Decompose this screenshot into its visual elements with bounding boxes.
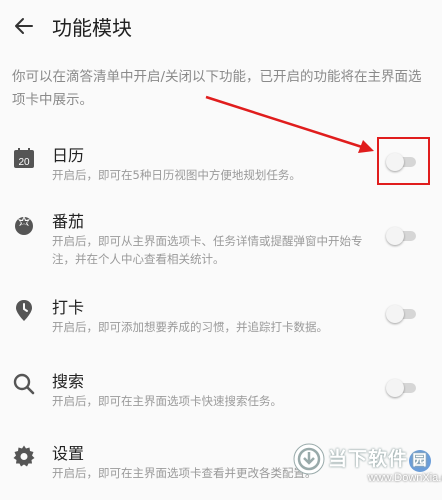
feature-search: 搜索 开启后，即可在主界面选项卡快速搜索任务。 — [0, 370, 442, 434]
feature-title: 搜索 — [52, 372, 85, 391]
calendar-icon: 20 — [14, 148, 34, 168]
toggle-thumb — [386, 379, 404, 397]
feature-title: 番茄 — [52, 212, 85, 231]
search-toggle[interactable] — [386, 378, 416, 398]
watermark-main: 当下软件园 — [328, 444, 432, 472]
gear-icon — [13, 445, 35, 467]
pomodoro-toggle[interactable] — [386, 226, 416, 246]
watermark-logo-icon — [293, 443, 325, 475]
intro-text: 你可以在滴答清单中开启/关闭以下功能，已开启的功能将在主界面选项卡中展示。 — [12, 69, 422, 108]
feature-pomodoro: 番茄 开启后，即可从主界面选项卡、任务详情或提醒弹窗中开始专注，并在个人中心查看… — [0, 210, 442, 274]
watermark-url: www.DownXia.com — [368, 472, 442, 484]
feature-desc: 开启后，即可从主界面选项卡、任务详情或提醒弹窗中开始专注，并在个人中心查看相关统… — [52, 234, 363, 266]
annotation-highlight-box — [377, 137, 430, 185]
app-header: 功能模块 — [0, 0, 442, 52]
feature-desc: 开启后，即可在5种日历视图中方便地规划任务。 — [52, 168, 301, 182]
toggle-thumb — [386, 227, 404, 245]
watermark-main-text: 当下软件 — [328, 448, 409, 470]
watermark-badge: 园 — [409, 450, 432, 472]
feature-calendar: 20 日历 开启后，即可在5种日历视图中方便地规划任务。 — [0, 144, 442, 208]
site-watermark: 当下软件园 www.DownXia.com — [292, 440, 442, 500]
feature-desc: 开启后，即可添加想要养成的习惯，并追踪打卡数据。 — [52, 320, 328, 334]
toggle-thumb — [386, 305, 404, 323]
arrow-left-icon[interactable] — [10, 12, 38, 40]
feature-habit: 打卡 开启后，即可添加想要养成的习惯，并追踪打卡数据。 — [0, 296, 442, 360]
feature-title: 设置 — [52, 444, 85, 463]
page-title: 功能模块 — [52, 16, 132, 40]
feature-title: 日历 — [52, 146, 85, 165]
calendar-day: 20 — [18, 157, 30, 168]
search-icon — [13, 373, 35, 395]
pin-icon — [16, 300, 32, 321]
tomato-icon — [15, 216, 33, 235]
feature-title: 打卡 — [52, 298, 85, 317]
feature-desc: 开启后，即可在主界面选项卡快速搜索任务。 — [52, 394, 282, 408]
habit-toggle[interactable] — [386, 304, 416, 324]
